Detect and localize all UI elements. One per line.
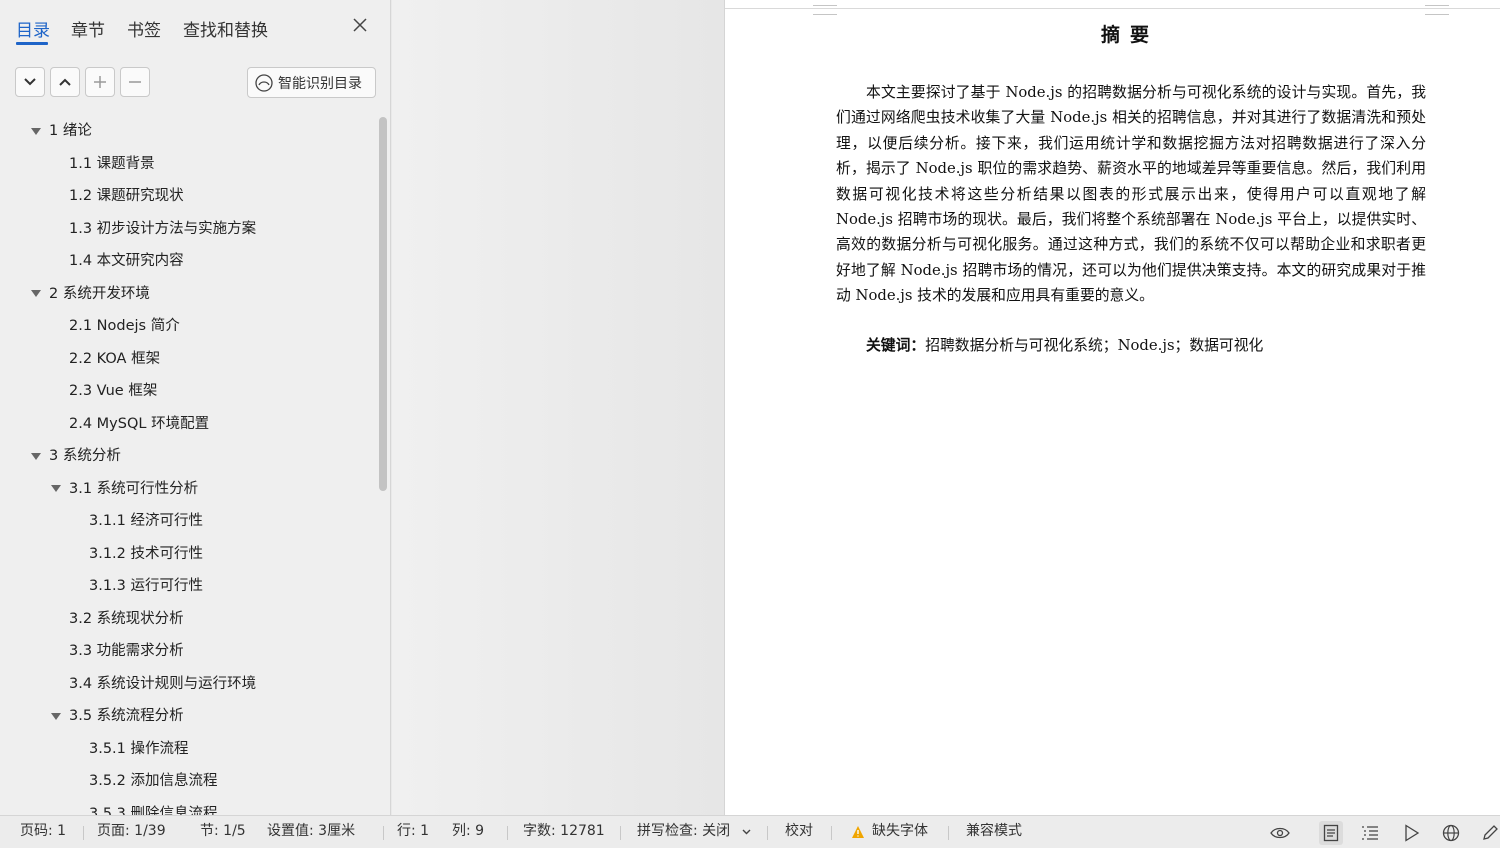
toc-item[interactable]: 3.5.2 添加信息流程 bbox=[89, 765, 218, 797]
keywords-label: 关键词： bbox=[866, 337, 926, 354]
toc-item[interactable]: 2.1 Nodejs 简介 bbox=[69, 310, 180, 342]
toc-item[interactable]: 2 系统开发环境 bbox=[49, 278, 150, 310]
toc-item[interactable]: 3.5.3 删除信息流程 bbox=[89, 798, 218, 816]
status-bar: 页码: 1 页面: 1/39 节: 1/5 设置值: 3厘米 行: 1 列: 9… bbox=[0, 815, 1500, 848]
status-separator bbox=[831, 826, 832, 840]
status-section[interactable]: 节: 1/5 bbox=[200, 816, 246, 848]
tab-toc[interactable]: 目录 bbox=[16, 16, 50, 41]
page-view-button[interactable] bbox=[1319, 821, 1343, 845]
expand-caret-icon[interactable] bbox=[51, 473, 61, 505]
navigation-pane: 目录 章节 书签 查找和替换 智能识别目录 1 绪论 1.1 课题背景 1.2 课题… bbox=[0, 0, 391, 815]
status-page[interactable]: 页面: 1/39 bbox=[97, 816, 166, 848]
chevron-down-icon bbox=[24, 78, 36, 86]
smart-toc-label: 智能识别目录 bbox=[278, 75, 362, 92]
toc-item[interactable]: 3.5 系统流程分析 bbox=[69, 700, 184, 732]
plus-icon bbox=[94, 76, 106, 88]
status-spell-check[interactable]: 拼写检查: 关闭 bbox=[637, 816, 730, 848]
toc-item[interactable]: 2.3 Vue 框架 bbox=[69, 375, 157, 407]
write-mode-button[interactable] bbox=[1478, 821, 1500, 845]
globe-icon bbox=[1442, 824, 1460, 842]
web-view-button[interactable] bbox=[1439, 821, 1463, 845]
toc-item[interactable]: 3.1.3 运行可行性 bbox=[89, 570, 203, 602]
tab-find-replace[interactable]: 查找和替换 bbox=[183, 16, 268, 41]
collapse-down-button[interactable] bbox=[15, 67, 45, 97]
tab-bookmarks[interactable]: 书签 bbox=[127, 16, 161, 41]
status-separator bbox=[83, 826, 84, 840]
toc-item[interactable]: 1.1 课题背景 bbox=[69, 148, 155, 180]
warning-icon bbox=[852, 826, 864, 838]
status-proofread[interactable]: 校对 bbox=[785, 816, 813, 848]
toc-item[interactable]: 2.2 KOA 框架 bbox=[69, 343, 160, 375]
page-view-icon bbox=[1323, 824, 1339, 842]
document-page[interactable]: 摘要 本文主要探讨了基于 Node.js 的招聘数据分析与可视化系统的设计与实现… bbox=[724, 0, 1500, 815]
pen-icon bbox=[1483, 825, 1498, 840]
expand-caret-icon[interactable] bbox=[31, 278, 41, 310]
remove-heading-button[interactable] bbox=[120, 67, 150, 97]
smart-recognize-icon bbox=[255, 73, 273, 92]
eye-icon bbox=[1270, 827, 1290, 839]
close-icon bbox=[353, 18, 367, 32]
toc-item[interactable]: 3.1 系统可行性分析 bbox=[69, 473, 198, 505]
margin-mark-left bbox=[813, 5, 837, 15]
toc-item[interactable]: 3.2 系统现状分析 bbox=[69, 603, 184, 635]
add-heading-button[interactable] bbox=[85, 67, 115, 97]
status-separator bbox=[507, 826, 508, 840]
toc-item[interactable]: 3.5.1 操作流程 bbox=[89, 733, 189, 765]
keywords-line: 关键词：招聘数据分析与可视化系统；Node.js；数据可视化 bbox=[866, 333, 1263, 358]
status-separator bbox=[383, 826, 384, 840]
toc-toolbar: 智能识别目录 bbox=[0, 62, 391, 102]
toc-item[interactable]: 1.4 本文研究内容 bbox=[69, 245, 184, 277]
toc-item[interactable]: 3.1.2 技术可行性 bbox=[89, 538, 203, 570]
status-col[interactable]: 列: 9 bbox=[452, 816, 484, 848]
expand-caret-icon[interactable] bbox=[31, 440, 41, 472]
status-compat-mode[interactable]: 兼容模式 bbox=[966, 816, 1022, 848]
nav-tabs: 目录 章节 书签 查找和替换 bbox=[0, 0, 391, 56]
expand-caret-icon[interactable] bbox=[31, 115, 41, 147]
play-icon bbox=[1405, 824, 1420, 842]
smart-toc-button[interactable]: 智能识别目录 bbox=[247, 67, 376, 98]
document-canvas-background bbox=[392, 0, 724, 815]
abstract-paragraph: 本文主要探讨了基于 Node.js 的招聘数据分析与可视化系统的设计与实现。首先… bbox=[836, 84, 1426, 305]
chevron-up-icon bbox=[59, 78, 71, 86]
eye-protection-button[interactable] bbox=[1268, 821, 1292, 845]
toc-item[interactable]: 3.4 系统设计规则与运行环境 bbox=[69, 668, 256, 700]
active-tab-indicator bbox=[16, 42, 48, 45]
margin-mark-right bbox=[1425, 5, 1449, 15]
keywords-text: 招聘数据分析与可视化系统；Node.js；数据可视化 bbox=[925, 337, 1264, 354]
status-missing-font[interactable]: 缺失字体 bbox=[872, 816, 928, 848]
toc-item[interactable]: 3.1.1 经济可行性 bbox=[89, 505, 203, 537]
chevron-down-icon[interactable] bbox=[742, 829, 751, 835]
toc-scrollbar[interactable] bbox=[379, 117, 387, 491]
toc-item[interactable]: 1.2 课题研究现状 bbox=[69, 180, 184, 212]
outline-view-button[interactable] bbox=[1358, 821, 1382, 845]
outline-view-icon bbox=[1362, 826, 1378, 840]
status-separator bbox=[948, 826, 949, 840]
toc-item[interactable]: 1.3 初步设计方法与实施方案 bbox=[69, 213, 256, 245]
page-title: 摘要 bbox=[1100, 24, 1159, 46]
minus-icon bbox=[129, 81, 141, 83]
close-pane-button[interactable] bbox=[349, 14, 371, 40]
toc-item[interactable]: 1 绪论 bbox=[49, 115, 92, 147]
tab-chapters[interactable]: 章节 bbox=[71, 16, 105, 41]
status-separator bbox=[620, 826, 621, 840]
page-top-edge bbox=[725, 8, 1500, 9]
toc-item[interactable]: 2.4 MySQL 环境配置 bbox=[69, 408, 209, 440]
status-row[interactable]: 行: 1 bbox=[397, 816, 429, 848]
status-separator bbox=[767, 826, 768, 840]
status-word-count[interactable]: 字数: 12781 bbox=[523, 816, 605, 848]
status-setting[interactable]: 设置值: 3厘米 bbox=[267, 816, 355, 848]
toc-item[interactable]: 3 系统分析 bbox=[49, 440, 121, 472]
read-mode-button[interactable] bbox=[1400, 821, 1424, 845]
collapse-up-button[interactable] bbox=[50, 67, 80, 97]
toc-item[interactable]: 3.3 功能需求分析 bbox=[69, 635, 184, 667]
status-page-code[interactable]: 页码: 1 bbox=[20, 816, 66, 848]
expand-caret-icon[interactable] bbox=[51, 700, 61, 732]
toc-tree: 1 绪论 1.1 课题背景 1.2 课题研究现状 1.3 初步设计方法与实施方案 1.4… bbox=[0, 115, 375, 815]
